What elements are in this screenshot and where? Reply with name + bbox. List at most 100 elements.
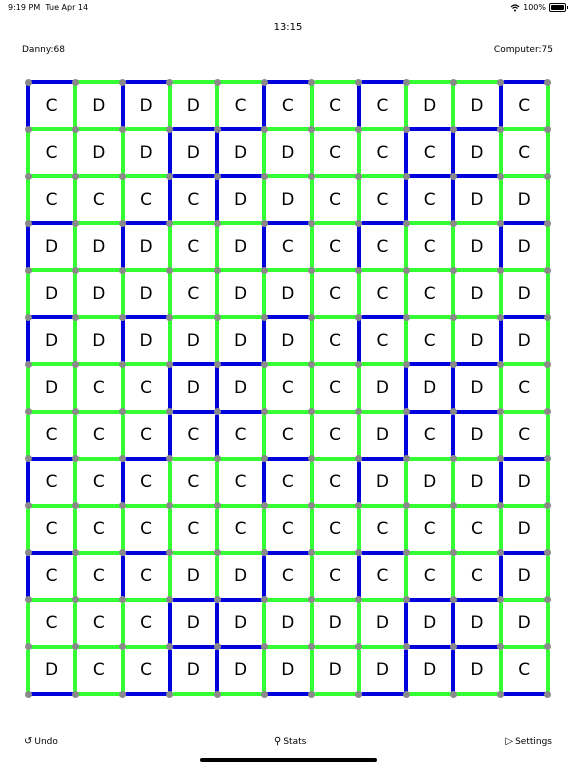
horizontal-edge[interactable] xyxy=(171,597,216,602)
vertical-edge[interactable] xyxy=(545,225,550,270)
horizontal-edge[interactable] xyxy=(171,550,216,555)
horizontal-edge[interactable] xyxy=(455,692,500,697)
vertical-edge[interactable] xyxy=(262,366,267,411)
vertical-edge[interactable] xyxy=(215,84,220,128)
vertical-edge[interactable] xyxy=(451,366,456,411)
vertical-edge[interactable] xyxy=(545,648,550,693)
horizontal-edge[interactable] xyxy=(455,550,500,555)
horizontal-edge[interactable] xyxy=(171,409,216,414)
vertical-edge[interactable] xyxy=(73,319,78,364)
horizontal-edge[interactable] xyxy=(502,174,547,179)
vertical-edge[interactable] xyxy=(26,366,30,411)
horizontal-edge[interactable] xyxy=(30,597,74,602)
horizontal-edge[interactable] xyxy=(266,268,311,273)
horizontal-edge[interactable] xyxy=(313,315,358,320)
horizontal-edge[interactable] xyxy=(313,268,358,273)
vertical-edge[interactable] xyxy=(545,178,550,223)
horizontal-edge[interactable] xyxy=(219,315,264,320)
horizontal-edge[interactable] xyxy=(77,127,122,132)
vertical-edge[interactable] xyxy=(215,460,220,505)
vertical-edge[interactable] xyxy=(451,554,456,599)
horizontal-edge[interactable] xyxy=(77,692,122,697)
horizontal-edge[interactable] xyxy=(219,362,264,367)
horizontal-edge[interactable] xyxy=(124,456,169,461)
vertical-edge[interactable] xyxy=(404,319,409,364)
horizontal-edge[interactable] xyxy=(30,692,74,697)
horizontal-edge[interactable] xyxy=(502,315,547,320)
vertical-edge[interactable] xyxy=(309,319,314,364)
vertical-edge[interactable] xyxy=(451,131,456,176)
horizontal-edge[interactable] xyxy=(171,221,216,226)
undo-button[interactable]: ↺ Undo xyxy=(24,737,58,748)
vertical-edge[interactable] xyxy=(73,413,78,458)
vertical-edge[interactable] xyxy=(120,554,125,599)
vertical-edge[interactable] xyxy=(451,413,456,458)
vertical-edge[interactable] xyxy=(451,319,456,364)
horizontal-edge[interactable] xyxy=(124,692,169,697)
horizontal-edge[interactable] xyxy=(124,362,169,367)
vertical-edge[interactable] xyxy=(498,84,503,128)
horizontal-edge[interactable] xyxy=(360,127,405,132)
vertical-edge[interactable] xyxy=(309,131,314,176)
horizontal-edge[interactable] xyxy=(360,550,405,555)
vertical-edge[interactable] xyxy=(545,460,550,505)
horizontal-edge[interactable] xyxy=(408,315,453,320)
vertical-edge[interactable] xyxy=(120,648,125,693)
vertical-edge[interactable] xyxy=(215,225,220,270)
vertical-edge[interactable] xyxy=(356,507,361,552)
horizontal-edge[interactable] xyxy=(455,644,500,649)
vertical-edge[interactable] xyxy=(309,225,314,270)
horizontal-edge[interactable] xyxy=(77,221,122,226)
vertical-edge[interactable] xyxy=(120,507,125,552)
horizontal-edge[interactable] xyxy=(455,503,500,508)
vertical-edge[interactable] xyxy=(356,319,361,364)
horizontal-edge[interactable] xyxy=(313,503,358,508)
vertical-edge[interactable] xyxy=(26,460,30,505)
vertical-edge[interactable] xyxy=(26,319,30,364)
horizontal-edge[interactable] xyxy=(171,644,216,649)
vertical-edge[interactable] xyxy=(309,366,314,411)
stats-button[interactable]: ⚲ Stats xyxy=(274,737,306,748)
vertical-edge[interactable] xyxy=(215,131,220,176)
horizontal-edge[interactable] xyxy=(360,456,405,461)
horizontal-edge[interactable] xyxy=(219,268,264,273)
vertical-edge[interactable] xyxy=(309,648,314,693)
vertical-edge[interactable] xyxy=(262,413,267,458)
vertical-edge[interactable] xyxy=(404,84,409,128)
horizontal-edge[interactable] xyxy=(408,597,453,602)
vertical-edge[interactable] xyxy=(262,272,267,317)
vertical-edge[interactable] xyxy=(404,366,409,411)
horizontal-edge[interactable] xyxy=(266,409,311,414)
horizontal-edge[interactable] xyxy=(30,644,74,649)
horizontal-edge[interactable] xyxy=(408,80,453,84)
horizontal-edge[interactable] xyxy=(266,362,311,367)
horizontal-edge[interactable] xyxy=(124,80,169,84)
horizontal-edge[interactable] xyxy=(266,503,311,508)
vertical-edge[interactable] xyxy=(545,507,550,552)
horizontal-edge[interactable] xyxy=(77,597,122,602)
horizontal-edge[interactable] xyxy=(219,221,264,226)
horizontal-edge[interactable] xyxy=(266,692,311,697)
vertical-edge[interactable] xyxy=(26,225,30,270)
horizontal-edge[interactable] xyxy=(77,362,122,367)
vertical-edge[interactable] xyxy=(215,413,220,458)
horizontal-edge[interactable] xyxy=(455,127,500,132)
horizontal-edge[interactable] xyxy=(124,315,169,320)
vertical-edge[interactable] xyxy=(167,460,172,505)
horizontal-edge[interactable] xyxy=(266,550,311,555)
horizontal-edge[interactable] xyxy=(124,644,169,649)
horizontal-edge[interactable] xyxy=(266,456,311,461)
horizontal-edge[interactable] xyxy=(502,597,547,602)
horizontal-edge[interactable] xyxy=(77,456,122,461)
horizontal-edge[interactable] xyxy=(30,409,74,414)
game-board[interactable]: C D D D C C C C D D C C D D D D D C C C D C C C C C D D C C C D D D D D C D C C… xyxy=(24,78,552,698)
vertical-edge[interactable] xyxy=(26,272,30,317)
horizontal-edge[interactable] xyxy=(30,456,74,461)
vertical-edge[interactable] xyxy=(404,601,409,646)
vertical-edge[interactable] xyxy=(356,366,361,411)
vertical-edge[interactable] xyxy=(262,460,267,505)
vertical-edge[interactable] xyxy=(451,648,456,693)
horizontal-edge[interactable] xyxy=(313,644,358,649)
vertical-edge[interactable] xyxy=(120,84,125,128)
horizontal-edge[interactable] xyxy=(171,692,216,697)
